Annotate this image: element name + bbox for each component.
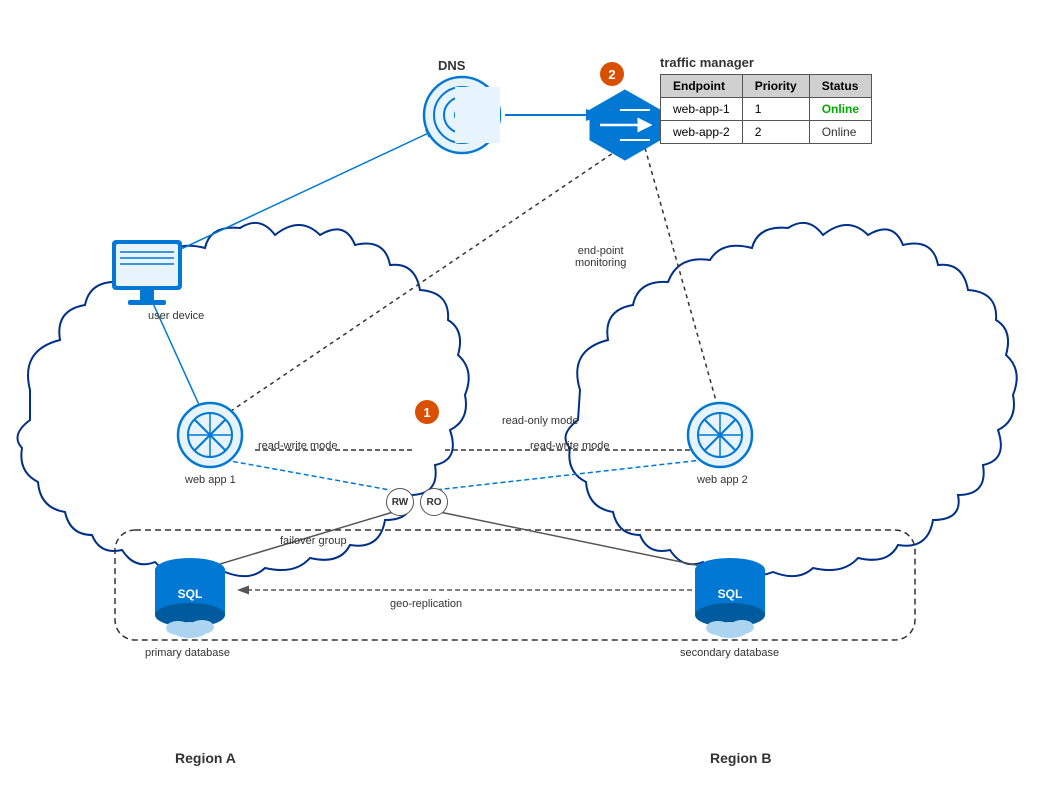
table-row: web-app-2 2 Online [661, 121, 872, 144]
webapp1-label: web app 1 [185, 474, 236, 486]
ro-to-secondarydb-arrow [430, 510, 720, 570]
tm-table: Endpoint Priority Status web-app-1 1 Onl… [660, 74, 872, 144]
badge-1: 1 [415, 400, 439, 424]
rw-circle: RW [386, 488, 414, 516]
geo-replication-label: geo-replication [390, 598, 462, 610]
device-stand-neck [140, 290, 154, 300]
diagram-container: SQL SQL DNS traffic manager Endp [0, 0, 1045, 805]
tm-section: traffic manager Endpoint Priority Status… [660, 55, 872, 144]
read-write-mode-left-label: read-write mode [258, 440, 337, 452]
tm-label: traffic manager [660, 55, 872, 70]
secondary-db-label: secondary database [680, 647, 779, 659]
tm-header-status: Status [809, 75, 871, 98]
status-1: Online [809, 98, 871, 121]
user-device-label: user device [148, 310, 204, 322]
main-svg: SQL SQL [0, 0, 1045, 805]
cloud-region-b [566, 223, 1017, 576]
dns-cutout [455, 87, 500, 143]
region-a-label: Region A [175, 750, 236, 766]
tm-header-endpoint: Endpoint [661, 75, 743, 98]
sqldb2-text: SQL [718, 587, 743, 601]
tm-to-webapp1-dotted [225, 145, 625, 415]
user-device-screen [116, 244, 178, 286]
endpoint-monitoring-text: end-point monitoring [575, 245, 626, 269]
primary-db-label: primary database [145, 647, 230, 659]
user-to-dns-arrow [147, 130, 435, 265]
sqldb2-cloud3 [730, 620, 754, 634]
priority-2: 2 [742, 121, 809, 144]
endpoint-1: web-app-1 [661, 98, 743, 121]
sqldb1-text: SQL [178, 587, 203, 601]
sqldb2-cloud2 [706, 621, 730, 635]
sqldb1-cloud3 [190, 620, 214, 634]
sqldb1-cloud2 [166, 621, 190, 635]
webapp2-to-ro-line [435, 458, 720, 490]
dns-label: DNS [438, 58, 465, 73]
device-stand-base [128, 300, 166, 305]
status-2: Online [809, 121, 871, 144]
region-b-label: Region B [710, 750, 771, 766]
tm-header-priority: Priority [742, 75, 809, 98]
priority-1: 1 [742, 98, 809, 121]
failover-group-label: failover group [280, 535, 347, 547]
ro-circle: RO [420, 488, 448, 516]
read-only-mode-label: read-only mode [502, 415, 578, 427]
failover-group-border [115, 530, 915, 640]
table-row: web-app-1 1 Online [661, 98, 872, 121]
endpoint-monitoring-label: end-point monitoring [575, 245, 626, 269]
webapp1-to-rw-line [225, 460, 390, 490]
badge-2: 2 [600, 62, 624, 86]
cloud-region-a [18, 223, 469, 576]
webapp2-label: web app 2 [697, 474, 748, 486]
endpoint-2: web-app-2 [661, 121, 743, 144]
read-write-mode-right-label: read-write mode [530, 440, 609, 452]
